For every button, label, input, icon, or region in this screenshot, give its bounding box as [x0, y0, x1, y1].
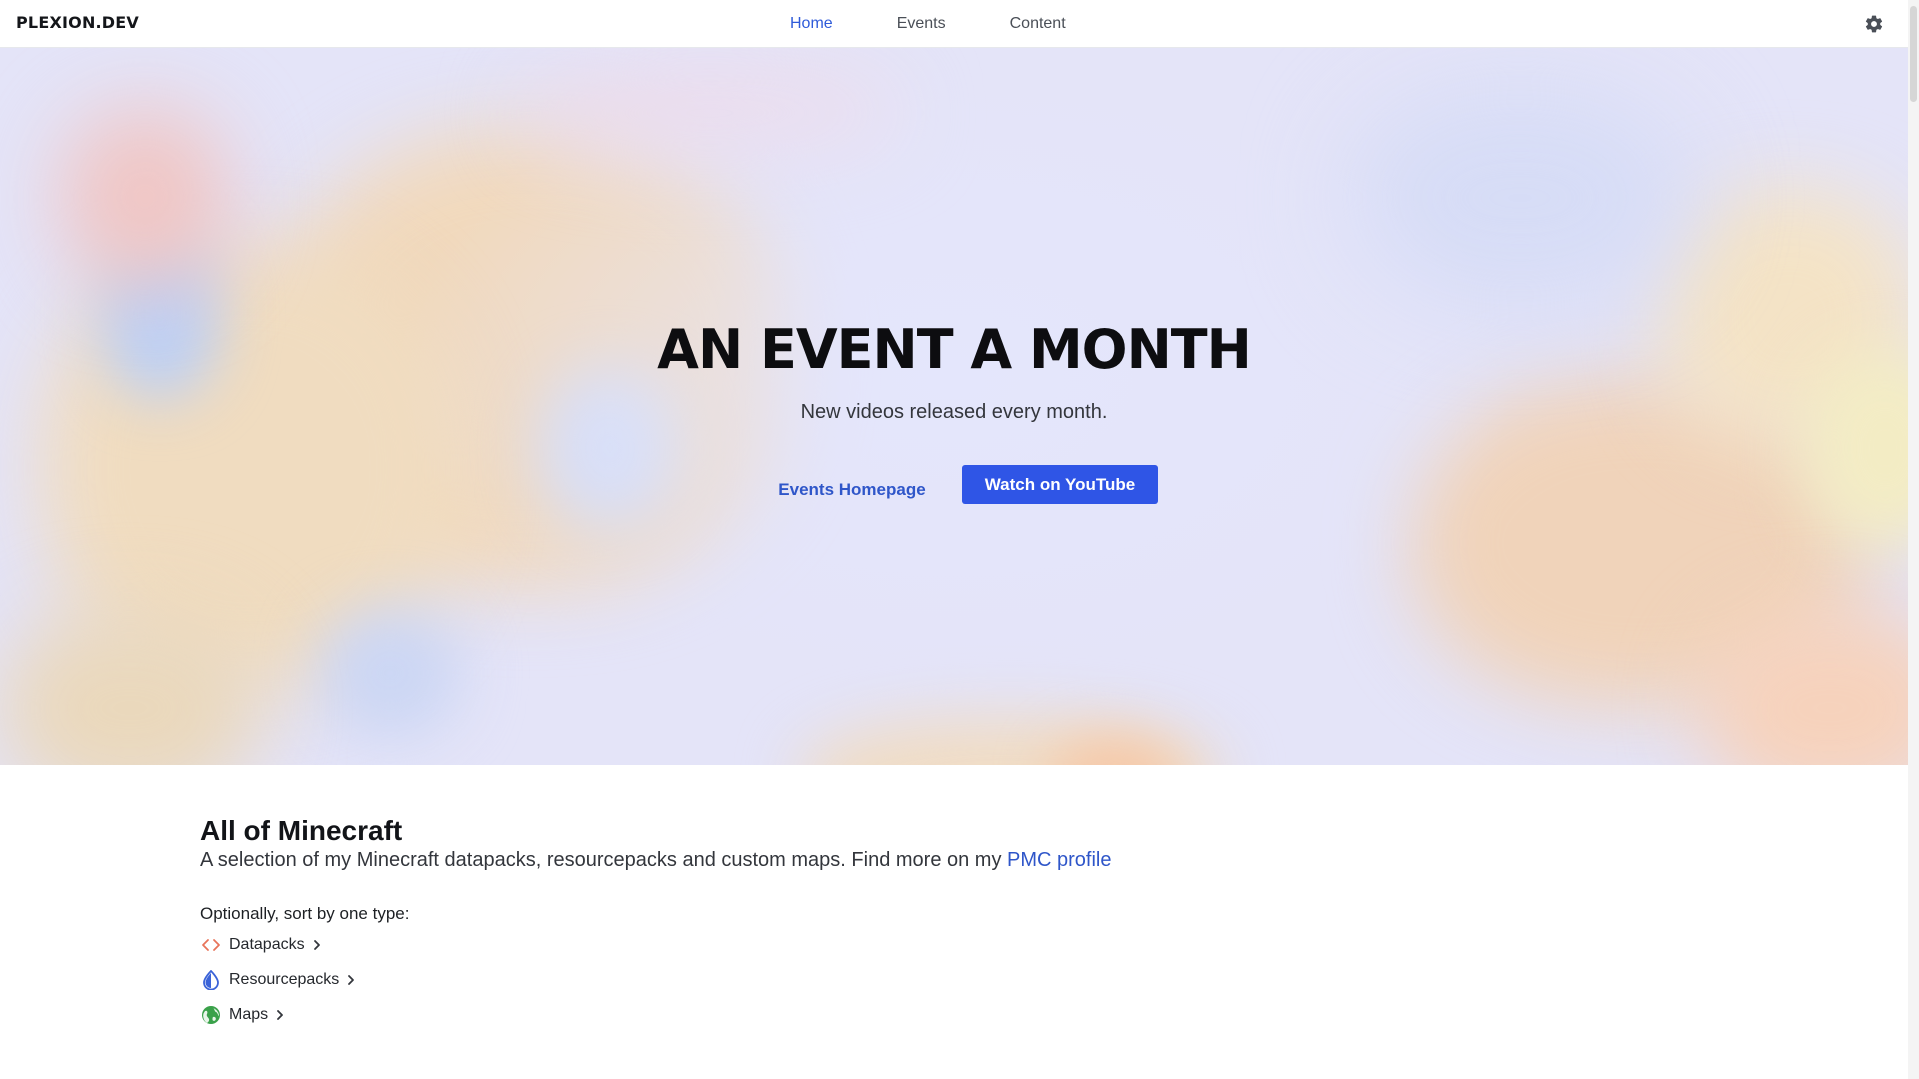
nav-home[interactable]: Home	[790, 15, 833, 33]
hero-banner: AN EVENT A MONTH New videos released eve…	[0, 48, 1908, 765]
scrollbar-thumb[interactable]	[1910, 6, 1917, 102]
code-brackets-icon	[200, 934, 222, 956]
scrollbar-track[interactable]	[1908, 0, 1919, 1079]
drop-icon	[200, 969, 222, 991]
page: PLEXION.DEV Home Events Content AN EVENT…	[0, 0, 1919, 1079]
nav-content[interactable]: Content	[1010, 15, 1066, 33]
section-description: A selection of my Minecraft datapacks, r…	[200, 849, 1112, 872]
hero-title: AN EVENT A MONTH	[657, 318, 1252, 381]
chevron-right-icon	[347, 974, 355, 986]
section-description-text: A selection of my Minecraft datapacks, r…	[200, 849, 1008, 871]
type-filter-datapacks[interactable]: Datapacks	[200, 933, 321, 957]
top-navbar: PLEXION.DEV Home Events Content	[0, 0, 1908, 48]
type-filter-label: Resourcepacks	[229, 971, 340, 988]
main-nav: Home Events Content	[790, 0, 1130, 48]
type-filter-label: Datapacks	[229, 936, 305, 953]
type-filter-resourcepacks[interactable]: Resourcepacks	[200, 968, 355, 992]
type-filter-label: Maps	[229, 1006, 269, 1023]
nav-events[interactable]: Events	[897, 15, 946, 33]
section-title: All of Minecraft	[200, 815, 403, 846]
sort-label: Optionally, sort by one type:	[200, 904, 410, 923]
settings-button[interactable]	[1862, 12, 1886, 36]
watch-on-youtube-button[interactable]: Watch on YouTube	[962, 465, 1158, 504]
type-filter-maps[interactable]: Maps	[200, 1003, 284, 1027]
chevron-right-icon	[313, 939, 321, 951]
gear-icon	[1865, 15, 1883, 33]
hero-subtitle: New videos released every month.	[800, 401, 1108, 423]
globe-icon	[200, 1004, 222, 1026]
site-logo[interactable]: PLEXION.DEV	[16, 13, 139, 32]
events-homepage-link[interactable]: Events Homepage	[770, 471, 934, 509]
pmc-profile-link[interactable]: PMC profile	[1007, 849, 1111, 871]
chevron-right-icon	[276, 1009, 284, 1021]
